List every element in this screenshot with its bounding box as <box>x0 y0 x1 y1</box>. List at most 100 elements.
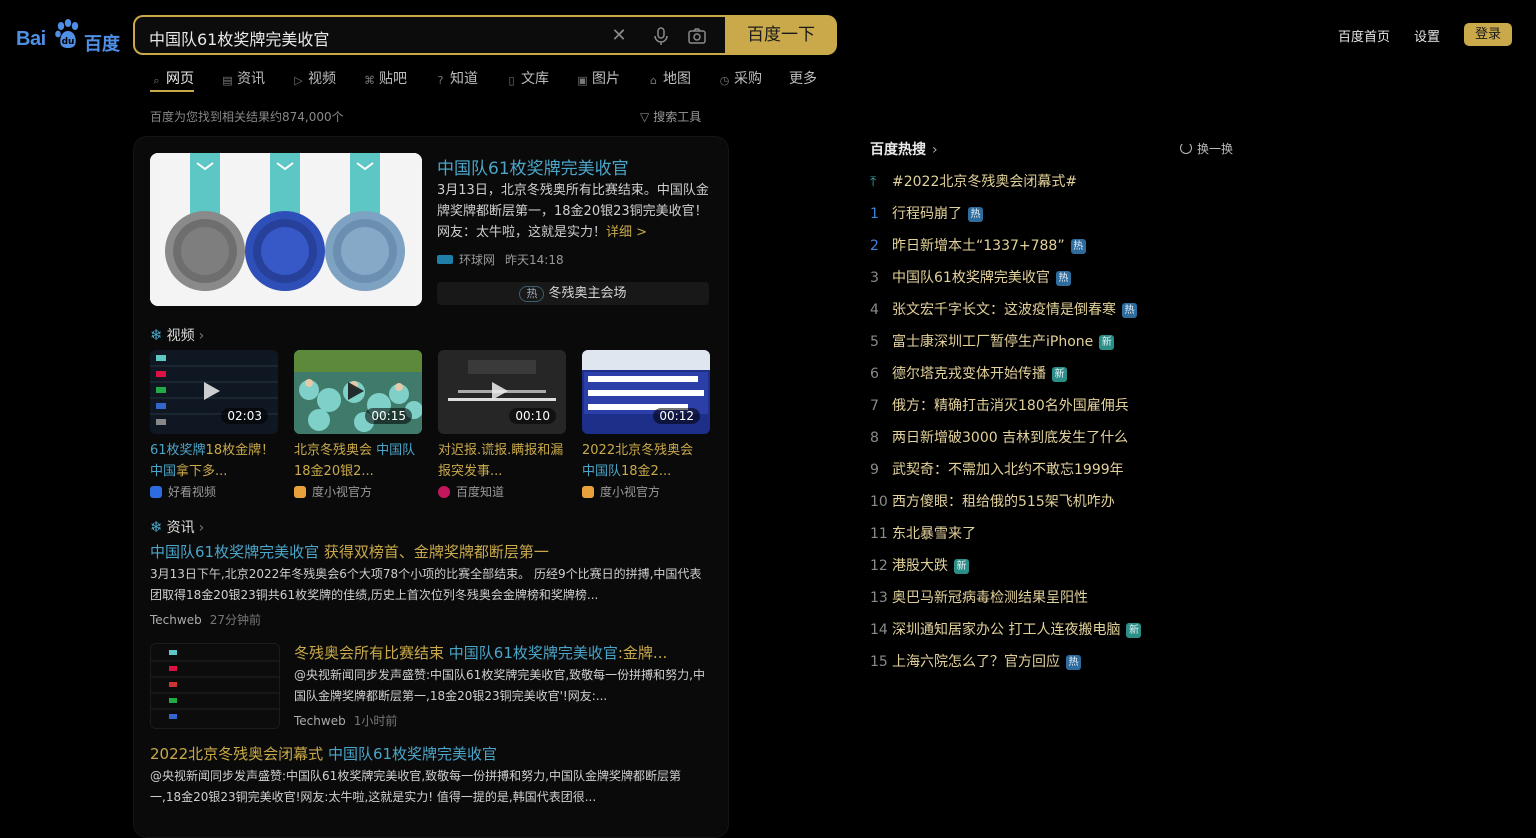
video-card[interactable]: 00:15 北京冬残奥会 中国队18金20银2... 度小视官方 <box>294 350 422 499</box>
hot-related-link[interactable]: 热冬残奥主会场 <box>437 282 709 305</box>
hot-item[interactable]: 1 行程码崩了热 <box>870 203 983 225</box>
video-title[interactable]: 对迟报.谎报.瞒报和漏报突发事... <box>438 440 566 482</box>
hot-text: 昨日新增本土“1337+788” <box>892 238 1065 254</box>
new-badge: 新 <box>1052 367 1067 382</box>
main-result-title[interactable]: 中国队61枚奖牌完美收官 <box>437 154 629 179</box>
video-source: 度小视官方 <box>294 483 372 500</box>
detail-link[interactable]: 详细 > <box>606 225 647 240</box>
video-section-title[interactable]: ❄ 视频 › <box>150 325 204 345</box>
tab-map[interactable]: ⌂ 地图 <box>647 68 691 88</box>
video-duration: 00:12 <box>653 408 700 424</box>
hot-item-pinned[interactable]: ⤒ #2022北京冬残奥会闭幕式# <box>870 171 1077 193</box>
medals-image[interactable] <box>150 153 422 306</box>
hot-item[interactable]: 14 深圳通知居家办公 打工人连夜搬电脑新 <box>870 619 1142 641</box>
video-thumbnail: 00:12 <box>582 350 710 434</box>
hot-item[interactable]: 13 奥巴马新冠病毒检测结果呈阳性 <box>870 587 1088 609</box>
hot-item[interactable]: 3 中国队61枚奖牌完美收官热 <box>870 267 1071 289</box>
hot-text: 武契奇：不需加入北约不敢忘1999年 <box>892 462 1124 478</box>
hot-rank: 3 <box>870 270 879 286</box>
hot-item[interactable]: 5 富士康深圳工厂暂停生产iPhone 新 <box>870 331 1115 353</box>
news-title[interactable]: 冬残奥会所有比赛结束 中国队61枚奖牌完美收官:金牌... <box>294 642 667 663</box>
hot-badge: 热 <box>1122 303 1137 318</box>
duxiaoshi-icon <box>582 486 594 498</box>
hot-text: 富士康深圳工厂暂停生产iPhone <box>892 334 1094 350</box>
play-icon <box>348 382 364 400</box>
hot-item[interactable]: 12 港股大跌新 <box>870 555 969 577</box>
video-card[interactable]: 00:10 对迟报.谎报.瞒报和漏报突发事... 百度知道 <box>438 350 566 499</box>
video-source: 好看视频 <box>150 483 216 500</box>
main-result-source: 环球网 昨天14:18 <box>437 251 564 268</box>
chevron-right-icon: › <box>198 520 205 536</box>
hot-text: 中国队61枚奖牌完美收官 <box>892 270 1050 286</box>
tab-video[interactable]: ▷ 视频 <box>292 68 336 88</box>
new-badge: 新 <box>1126 623 1142 638</box>
hot-item[interactable]: 15 上海六院怎么了？官方回应热 <box>870 651 1081 673</box>
hot-item[interactable]: 11 东北暴雪来了 <box>870 523 976 545</box>
hot-rank: 11 <box>870 526 888 542</box>
video-card[interactable]: 00:12 2022北京冬残奥会 中国队18金2... 度小视官方 <box>582 350 710 499</box>
tab-images[interactable]: ▣ 图片 <box>576 68 620 88</box>
hot-item[interactable]: 8 两日新增破3000 吉林到底发生了什么 <box>870 427 1128 449</box>
microphone-icon[interactable] <box>651 26 671 46</box>
filter-icon: ▽ <box>640 110 650 124</box>
haokan-icon <box>150 486 162 498</box>
news-title[interactable]: 中国队61枚奖牌完美收官 获得双榜首、金牌奖牌都断层第一 <box>150 541 549 562</box>
video-title[interactable]: 北京冬残奥会 中国队18金20银2... <box>294 440 422 482</box>
tab-wenku[interactable]: ▯ 文库 <box>505 68 549 88</box>
camera-icon[interactable] <box>687 26 707 46</box>
refresh-button[interactable]: 换一换 <box>1180 140 1233 157</box>
hot-item[interactable]: 2 昨日新增本土“1337+788” 热 <box>870 235 1086 257</box>
hot-rank: 10 <box>870 494 888 510</box>
play-icon <box>204 382 220 400</box>
pin-top-icon: ⤒ <box>870 174 877 190</box>
hot-rank: 15 <box>870 654 888 670</box>
medals-picture <box>150 153 422 306</box>
map-icon: ⌂ <box>650 74 657 87</box>
baidu-logo[interactable]: Bai du 百度 <box>16 18 120 55</box>
search-input[interactable]: 中国队61枚奖牌完美收官 <box>149 26 329 50</box>
hot-item[interactable]: 6 德尔塔克戎变体开始传播新 <box>870 363 1067 385</box>
hot-badge: 热 <box>1066 655 1081 670</box>
settings-link[interactable]: 设置 <box>1414 26 1440 45</box>
tab-purchase[interactable]: ◷ 采购 <box>718 68 762 88</box>
clear-icon[interactable]: ✕ <box>609 26 629 46</box>
tab-news[interactable]: ▤ 资讯 <box>221 68 265 88</box>
hot-text: 俄方：精确打击消灭180名外国雇佣兵 <box>892 398 1129 414</box>
video-title[interactable]: 61枚奖牌18枚金牌！ 中国拿下多... <box>150 440 278 482</box>
hot-rank: 14 <box>870 622 888 638</box>
video-title[interactable]: 2022北京冬残奥会 中国队18金2... <box>582 440 710 482</box>
chevron-right-icon: › <box>198 328 205 344</box>
video-icon: ▷ <box>294 74 303 87</box>
hot-text: 上海六院怎么了？官方回应 <box>892 654 1060 670</box>
tab-more[interactable]: 更多 <box>789 68 817 88</box>
hot-item[interactable]: 7 俄方：精确打击消灭180名外国雇佣兵 <box>870 395 1129 417</box>
news-thumbnail[interactable] <box>150 643 280 729</box>
search-button[interactable]: 百度一下 <box>725 15 837 55</box>
video-thumbnail: 00:15 <box>294 350 422 434</box>
search-box[interactable]: 中国队61枚奖牌完美收官 ✕ <box>133 15 725 55</box>
hot-item[interactable]: 4 张文宏千字长文：这波疫情是倒春寒热 <box>870 299 1137 321</box>
main-result-desc: 3月13日，北京冬残奥所有比赛结束。中国队金牌奖牌都断层第一，18金20银23铜… <box>437 183 709 240</box>
hot-item[interactable]: 9 武契奇：不需加入北约不敢忘1999年 <box>870 459 1124 481</box>
search-icon: ⌕ <box>153 74 160 87</box>
hot-item[interactable]: 10 西方傻眼：租给俄的515架飞机咋办 <box>870 491 1115 513</box>
login-button[interactable]: 登录 <box>1464 23 1512 46</box>
tab-tieba[interactable]: ⌘ 贴吧 <box>363 68 407 88</box>
tab-web[interactable]: ⌕ 网页 <box>150 68 194 92</box>
search-tools-button[interactable]: ▽ 搜索工具 <box>640 108 701 125</box>
hot-text: 深圳通知居家办公 打工人连夜搬电脑 <box>892 622 1121 638</box>
chevron-right-icon: › <box>932 142 938 158</box>
doc-icon: ▯ <box>508 74 515 87</box>
hot-text: 东北暴雪来了 <box>892 526 976 542</box>
snowflake-icon: ❄ <box>150 518 163 536</box>
hot-list-title[interactable]: 百度热搜 › <box>870 139 938 159</box>
hot-rank: 7 <box>870 398 879 414</box>
tab-zhidao[interactable]: ? 知道 <box>434 68 478 88</box>
news-section-title[interactable]: ❄ 资讯 › <box>150 517 204 537</box>
duxiaoshi-icon <box>294 486 306 498</box>
news-title[interactable]: 2022北京冬残奥会闭幕式 中国队61枚奖牌完美收官 <box>150 743 497 764</box>
tieba-icon: ⌘ <box>364 74 375 87</box>
home-link[interactable]: 百度首页 <box>1338 26 1390 45</box>
hot-text: 两日新增破3000 吉林到底发生了什么 <box>892 430 1129 446</box>
video-card[interactable]: 02:03 61枚奖牌18枚金牌！ 中国拿下多... 好看视频 <box>150 350 278 499</box>
